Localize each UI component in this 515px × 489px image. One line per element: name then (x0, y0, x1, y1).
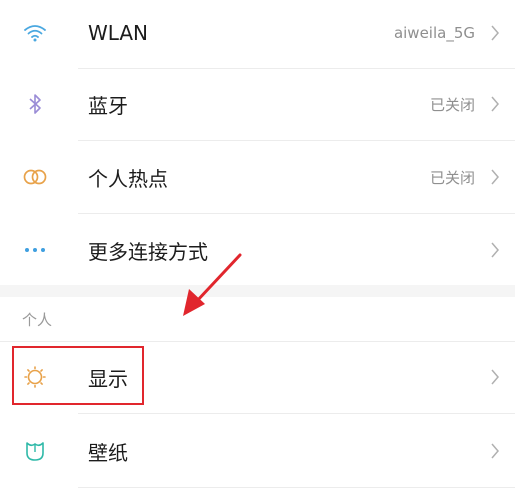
wlan-label: WLAN (88, 21, 149, 45)
settings-row-wlan[interactable]: WLAN aiweila_5G (0, 0, 515, 68)
section-gap (0, 285, 515, 297)
settings-row-hotspot[interactable]: 个人热点 已关闭 (0, 142, 515, 212)
bluetooth-value: 已关闭 (429, 95, 475, 114)
highlight-box (12, 346, 144, 405)
chevron-right-icon (485, 441, 505, 461)
divider (78, 213, 515, 214)
more-connections-label: 更多连接方式 (88, 239, 208, 264)
settings-row-bluetooth[interactable]: 蓝牙 已关闭 (0, 69, 515, 139)
section-title: 个人 (22, 311, 53, 329)
chevron-right-icon (485, 94, 505, 114)
chevron-right-icon (485, 367, 505, 387)
bluetooth-icon (22, 91, 48, 117)
settings-row-more-connections[interactable]: 更多连接方式 (0, 215, 515, 285)
bluetooth-label: 蓝牙 (88, 93, 128, 118)
hotspot-icon (22, 164, 48, 190)
wlan-value: aiweila_5G (393, 24, 475, 42)
chevron-right-icon (485, 23, 505, 43)
hotspot-value: 已关闭 (429, 168, 475, 187)
divider (78, 487, 515, 488)
hotspot-label: 个人热点 (88, 166, 168, 191)
wallpaper-label: 壁纸 (88, 440, 128, 465)
settings-row-wallpaper[interactable]: 壁纸 (0, 416, 515, 486)
divider (78, 140, 515, 141)
section-header-personal: 个人 (0, 297, 515, 341)
wallpaper-icon (22, 438, 48, 464)
more-dots-icon (22, 237, 48, 263)
wifi-icon (22, 20, 48, 46)
chevron-right-icon (485, 240, 505, 260)
chevron-right-icon (485, 167, 505, 187)
divider (78, 413, 515, 414)
